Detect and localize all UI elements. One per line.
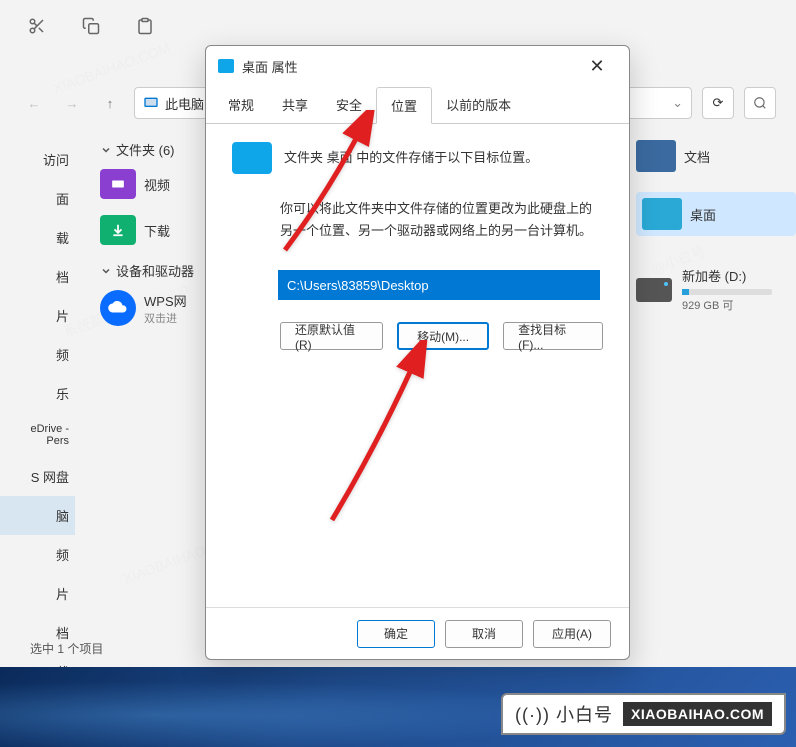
apply-button[interactable]: 应用(A) — [533, 620, 611, 648]
drive-item-d[interactable]: 新加卷 (D:) 929 GB 可 — [636, 266, 796, 313]
hdd-icon — [636, 278, 672, 302]
sidebar-item[interactable]: 乐 — [0, 374, 75, 413]
videos-folder-icon — [100, 169, 136, 199]
sidebar-item[interactable]: eDrive - Pers — [0, 413, 75, 457]
properties-dialog: 桌面 属性 ✕ 常规 共享 安全 位置 以前的版本 文件夹 桌面 中的文件存储于… — [205, 45, 630, 660]
dialog-footer: 确定 取消 应用(A) — [206, 607, 629, 659]
sidebar-item[interactable]: 片 — [0, 574, 75, 613]
folders-header[interactable]: 文件夹 (6) — [100, 140, 220, 159]
dialog-title: 桌面 属性 — [242, 57, 298, 76]
desktop-folder-icon — [642, 198, 682, 230]
info-text: 文件夹 桌面 中的文件存储于以下目标位置。 — [284, 148, 538, 168]
refresh-button[interactable]: ⟳ — [702, 87, 734, 119]
path-input[interactable] — [280, 272, 598, 298]
documents-folder-icon — [636, 140, 676, 172]
folder-info-icon — [232, 142, 272, 174]
sidebar-item[interactable]: 访问 — [0, 140, 75, 179]
explorer-toolbar — [0, 6, 796, 46]
chevron-down-icon[interactable]: ⌄ — [672, 95, 683, 111]
close-button[interactable]: ✕ — [577, 46, 617, 86]
source-badge: ((·)) 小白号 XIAOBAIHAO.COM — [501, 693, 786, 735]
breadcrumb-text: 此电脑 — [165, 94, 204, 113]
chevron-down-icon — [100, 144, 112, 156]
folder-item-videos[interactable]: 视频 — [100, 169, 220, 199]
wps-cloud-icon — [100, 290, 136, 326]
sidebar-item[interactable]: 载 — [0, 218, 75, 257]
nav-forward-button[interactable]: → — [58, 89, 86, 117]
cancel-button[interactable]: 取消 — [445, 620, 523, 648]
downloads-folder-icon — [100, 215, 136, 245]
folder-item-documents[interactable]: 文档 — [636, 140, 796, 172]
content-folders: 文件夹 (6) 视频 下载 设备和驱动器 WPS网 双击进 — [100, 140, 220, 342]
thispc-icon — [143, 95, 159, 111]
status-bar: 选中 1 个项目 — [30, 640, 103, 657]
sidebar-item-thispc[interactable]: 脑 — [0, 496, 75, 535]
sidebar-item[interactable]: 频 — [0, 335, 75, 374]
restore-default-button[interactable]: 还原默认值(R) — [280, 322, 383, 350]
badge-logo: ((·)) 小白号 — [515, 701, 613, 727]
tab-previous[interactable]: 以前的版本 — [432, 87, 525, 124]
folder-item-desktop[interactable]: 桌面 — [636, 192, 796, 236]
copy-icon[interactable] — [74, 9, 108, 43]
find-target-button[interactable]: 查找目标(F)... — [503, 322, 603, 350]
dialog-tabs: 常规 共享 安全 位置 以前的版本 — [206, 86, 629, 124]
ok-button[interactable]: 确定 — [357, 620, 435, 648]
tab-sharing[interactable]: 共享 — [268, 87, 322, 124]
nav-back-button[interactable]: ← — [20, 89, 48, 117]
sidebar-item[interactable]: 频 — [0, 535, 75, 574]
dialog-body: 文件夹 桌面 中的文件存储于以下目标位置。 你可以将此文件夹中文件存储的位置更改… — [206, 124, 629, 607]
tab-general[interactable]: 常规 — [214, 87, 268, 124]
dialog-titlebar[interactable]: 桌面 属性 ✕ — [206, 46, 629, 86]
sidebar-item[interactable]: 面 — [0, 179, 75, 218]
folder-item-downloads[interactable]: 下载 — [100, 215, 220, 245]
tab-location[interactable]: 位置 — [376, 87, 432, 124]
nav-sidebar: 访问 面 载 档 片 频 乐 eDrive - Pers S 网盘 脑 频 片 … — [0, 140, 75, 667]
sidebar-item[interactable]: 片 — [0, 296, 75, 335]
sidebar-item[interactable]: 档 — [0, 257, 75, 296]
devices-header[interactable]: 设备和驱动器 — [100, 261, 220, 280]
wps-drive-item[interactable]: WPS网 双击进 — [100, 290, 220, 326]
cut-icon[interactable] — [20, 9, 54, 43]
desktop-icon — [218, 59, 234, 73]
content-right: 文档 桌面 新加卷 (D:) 929 GB 可 — [636, 140, 796, 313]
search-icon — [753, 96, 767, 110]
move-button[interactable]: 移动(M)... — [397, 322, 489, 350]
chevron-down-icon — [100, 265, 112, 277]
nav-up-button[interactable]: ↑ — [96, 89, 124, 117]
badge-url: XIAOBAIHAO.COM — [623, 702, 772, 726]
description-text: 你可以将此文件夹中文件存储的位置更改为此硬盘上的另一个位置、另一个驱动器或网络上… — [280, 198, 603, 242]
sidebar-item[interactable]: S 网盘 — [0, 457, 75, 496]
tab-security[interactable]: 安全 — [322, 87, 376, 124]
search-button[interactable] — [744, 87, 776, 119]
paste-icon[interactable] — [128, 9, 162, 43]
